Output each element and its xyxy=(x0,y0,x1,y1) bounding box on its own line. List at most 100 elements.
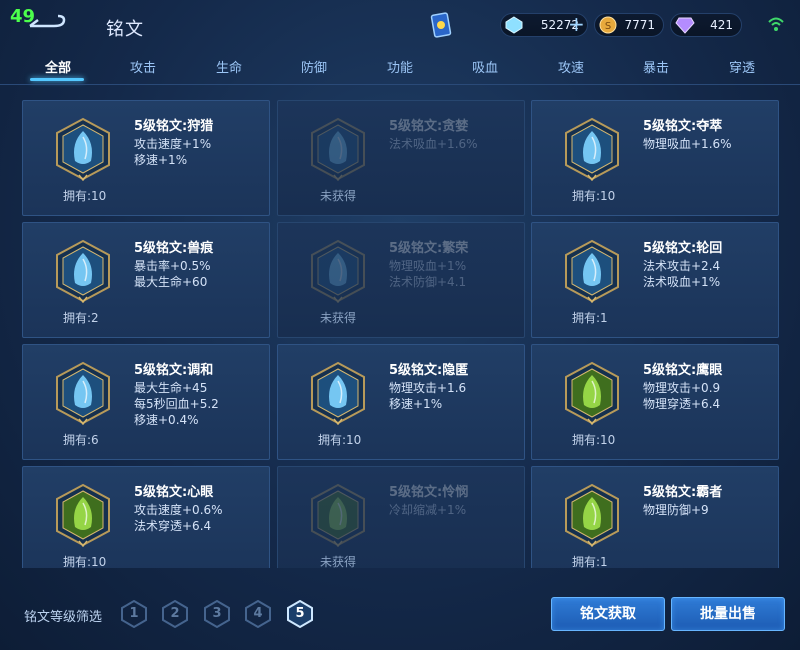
rune-attribute: 冷却缩减+1% xyxy=(389,503,467,517)
add-diamond-button[interactable]: + xyxy=(568,12,585,36)
rune-card[interactable]: 5级铭文:夺萃 物理吸血+1.6% 拥有:10 xyxy=(531,100,779,216)
cycle-gem-icon xyxy=(565,239,619,303)
level-number: 5 xyxy=(295,606,305,621)
greed-gem-icon xyxy=(311,117,365,181)
gold-coin-icon: S xyxy=(599,16,617,34)
rune-card[interactable]: 5级铭文:鹰眼 物理攻击+0.9 物理穿透+6.4 拥有:10 xyxy=(531,344,779,460)
gold-count: 7771 xyxy=(624,18,655,32)
back-arrow-icon[interactable] xyxy=(28,14,68,32)
purple-gem-icon xyxy=(675,17,695,34)
rune-card[interactable]: 5级铭文:兽痕 暴击率+0.5% 最大生命+60 拥有:2 xyxy=(22,222,270,338)
rune-attribute: 法术吸血+1% xyxy=(643,275,721,289)
stealth-gem-icon xyxy=(311,361,365,425)
level-filter-3[interactable]: 3 xyxy=(204,599,230,629)
rune-name: 5级铭文:隐匿 xyxy=(389,363,469,378)
tab-utility[interactable]: 功能 xyxy=(370,57,430,76)
category-tabs: 全部 攻击 生命 防御 功能 吸血 攻速 暴击 穿透 xyxy=(0,50,800,84)
harmony-gem-icon xyxy=(56,361,110,425)
level-filter-5[interactable]: 5 xyxy=(287,599,313,629)
rune-attributes: 物理攻击+0.9 物理穿透+6.4 xyxy=(643,380,720,412)
hawk-eye-gem-icon xyxy=(565,361,619,425)
rune-name: 5级铭文:贪婪 xyxy=(389,119,469,134)
rune-attributes: 物理吸血+1% 法术防御+4.1 xyxy=(389,258,466,290)
rune-card[interactable]: 5级铭文:狩猎 攻击速度+1% 移速+1% 拥有:10 xyxy=(22,100,270,216)
mind-eye-gem-icon xyxy=(56,483,110,547)
tab-all[interactable]: 全部 xyxy=(28,57,88,76)
page-title: 铭文 xyxy=(106,19,144,40)
owned-count: 拥有:1 xyxy=(572,555,608,568)
rune-name: 5级铭文:怜悯 xyxy=(389,485,469,500)
rune-attribute: 攻击速度+0.6% xyxy=(134,503,223,517)
rune-attribute: 法术攻击+2.4 xyxy=(643,259,721,273)
level-filter-label: 铭文等级筛选 xyxy=(24,610,103,625)
rune-attributes: 最大生命+45 每5秒回血+5.2 移速+0.4% xyxy=(134,380,219,428)
rune-attributes: 法术攻击+2.4 法术吸血+1% xyxy=(643,258,720,290)
rune-attributes: 法术吸血+1.6% xyxy=(389,136,478,152)
rune-attribute: 最大生命+60 xyxy=(134,275,208,289)
rune-attributes: 暴击率+0.5% 最大生命+60 xyxy=(134,258,211,290)
tabs-divider xyxy=(0,84,800,85)
svg-text:S: S xyxy=(605,21,611,32)
rune-card[interactable]: 5级铭文:怜悯 冷却缩减+1% 未获得 xyxy=(277,466,525,568)
rune-attributes: 冷却缩减+1% xyxy=(389,502,466,518)
bulk-sell-button[interactable]: 批量出售 xyxy=(671,597,785,631)
rune-card[interactable]: 5级铭文:隐匿 物理攻击+1.6 移速+1% 拥有:10 xyxy=(277,344,525,460)
tab-attack[interactable]: 攻击 xyxy=(113,57,173,76)
rune-attributes: 攻击速度+0.6% 法术穿透+6.4 xyxy=(134,502,223,534)
rune-attribute: 法术防御+4.1 xyxy=(389,275,467,289)
level-filter-1[interactable]: 1 xyxy=(121,599,147,629)
get-rune-button[interactable]: 铭文获取 xyxy=(551,597,665,631)
level-number: 2 xyxy=(170,606,180,621)
owned-count: 拥有:1 xyxy=(572,311,608,325)
rune-attribute: 物理攻击+1.6 xyxy=(389,381,467,395)
extract-gem-icon xyxy=(565,117,619,181)
gem-count: 421 xyxy=(710,18,733,32)
prosper-gem-icon xyxy=(311,239,365,303)
owned-count: 未获得 xyxy=(320,189,357,203)
rune-attributes: 物理防御+9 xyxy=(643,502,709,518)
rune-attribute: 物理攻击+0.9 xyxy=(643,381,721,395)
rune-attribute: 物理穿透+6.4 xyxy=(643,397,721,411)
hunt-gem-icon xyxy=(56,117,110,181)
rune-card[interactable]: 5级铭文:繁荣 物理吸血+1% 法术防御+4.1 未获得 xyxy=(277,222,525,338)
rune-attribute: 移速+1% xyxy=(134,153,188,167)
rune-attribute: 攻击速度+1% xyxy=(134,137,212,151)
rune-attribute: 物理吸血+1% xyxy=(389,259,467,273)
rune-card[interactable]: 5级铭文:霸者 物理防御+9 拥有:1 xyxy=(531,466,779,568)
tab-attack-speed[interactable]: 攻速 xyxy=(541,57,601,76)
bottom-bar: 铭文等级筛选 1 2 3 4 5 铭文获取 批量出售 xyxy=(0,582,800,650)
active-tab-indicator xyxy=(30,78,84,81)
level-number: 4 xyxy=(253,606,263,621)
rune-grid: 5级铭文:狩猎 攻击速度+1% 移速+1% 拥有:10 5级铭文:贪婪 法术吸血+1.6%… xyxy=(0,92,800,568)
owned-count: 拥有:10 xyxy=(572,189,616,203)
rune-name: 5级铭文:夺萃 xyxy=(643,119,723,134)
rune-attribute: 法术穿透+6.4 xyxy=(134,519,212,533)
tab-health[interactable]: 生命 xyxy=(199,57,259,76)
rune-card[interactable]: 5级铭文:调和 最大生命+45 每5秒回血+5.2 移速+0.4% 拥有:6 xyxy=(22,344,270,460)
mercy-gem-icon xyxy=(311,483,365,547)
rune-attribute: 暴击率+0.5% xyxy=(134,259,211,273)
rune-card[interactable]: 5级铭文:贪婪 法术吸血+1.6% 未获得 xyxy=(277,100,525,216)
gold-balance: S 7771 xyxy=(594,13,664,37)
tab-crit[interactable]: 暴击 xyxy=(626,57,686,76)
tab-lifesteal[interactable]: 吸血 xyxy=(455,57,515,76)
tab-penetration[interactable]: 穿透 xyxy=(712,57,772,76)
rune-name: 5级铭文:狩猎 xyxy=(134,119,214,134)
tab-defense[interactable]: 防御 xyxy=(284,57,344,76)
level-filter-2[interactable]: 2 xyxy=(162,599,188,629)
level-filter-4[interactable]: 4 xyxy=(245,599,271,629)
gem-balance: 421 xyxy=(670,13,742,37)
owned-count: 拥有:10 xyxy=(572,433,616,447)
rune-attributes: 攻击速度+1% 移速+1% xyxy=(134,136,211,168)
rune-attribute: 移速+1% xyxy=(389,397,443,411)
owned-count: 拥有:10 xyxy=(63,555,107,568)
rune-name: 5级铭文:调和 xyxy=(134,363,214,378)
rune-card[interactable]: 5级铭文:心眼 攻击速度+0.6% 法术穿透+6.4 拥有:10 xyxy=(22,466,270,568)
rune-attributes: 物理吸血+1.6% xyxy=(643,136,732,152)
rune-attributes: 物理攻击+1.6 移速+1% xyxy=(389,380,466,412)
beast-mark-gem-icon xyxy=(56,239,110,303)
rune-book-icon[interactable] xyxy=(430,12,452,40)
owned-count: 拥有:10 xyxy=(63,189,107,203)
wifi-icon xyxy=(768,17,784,31)
rune-card[interactable]: 5级铭文:轮回 法术攻击+2.4 法术吸血+1% 拥有:1 xyxy=(531,222,779,338)
